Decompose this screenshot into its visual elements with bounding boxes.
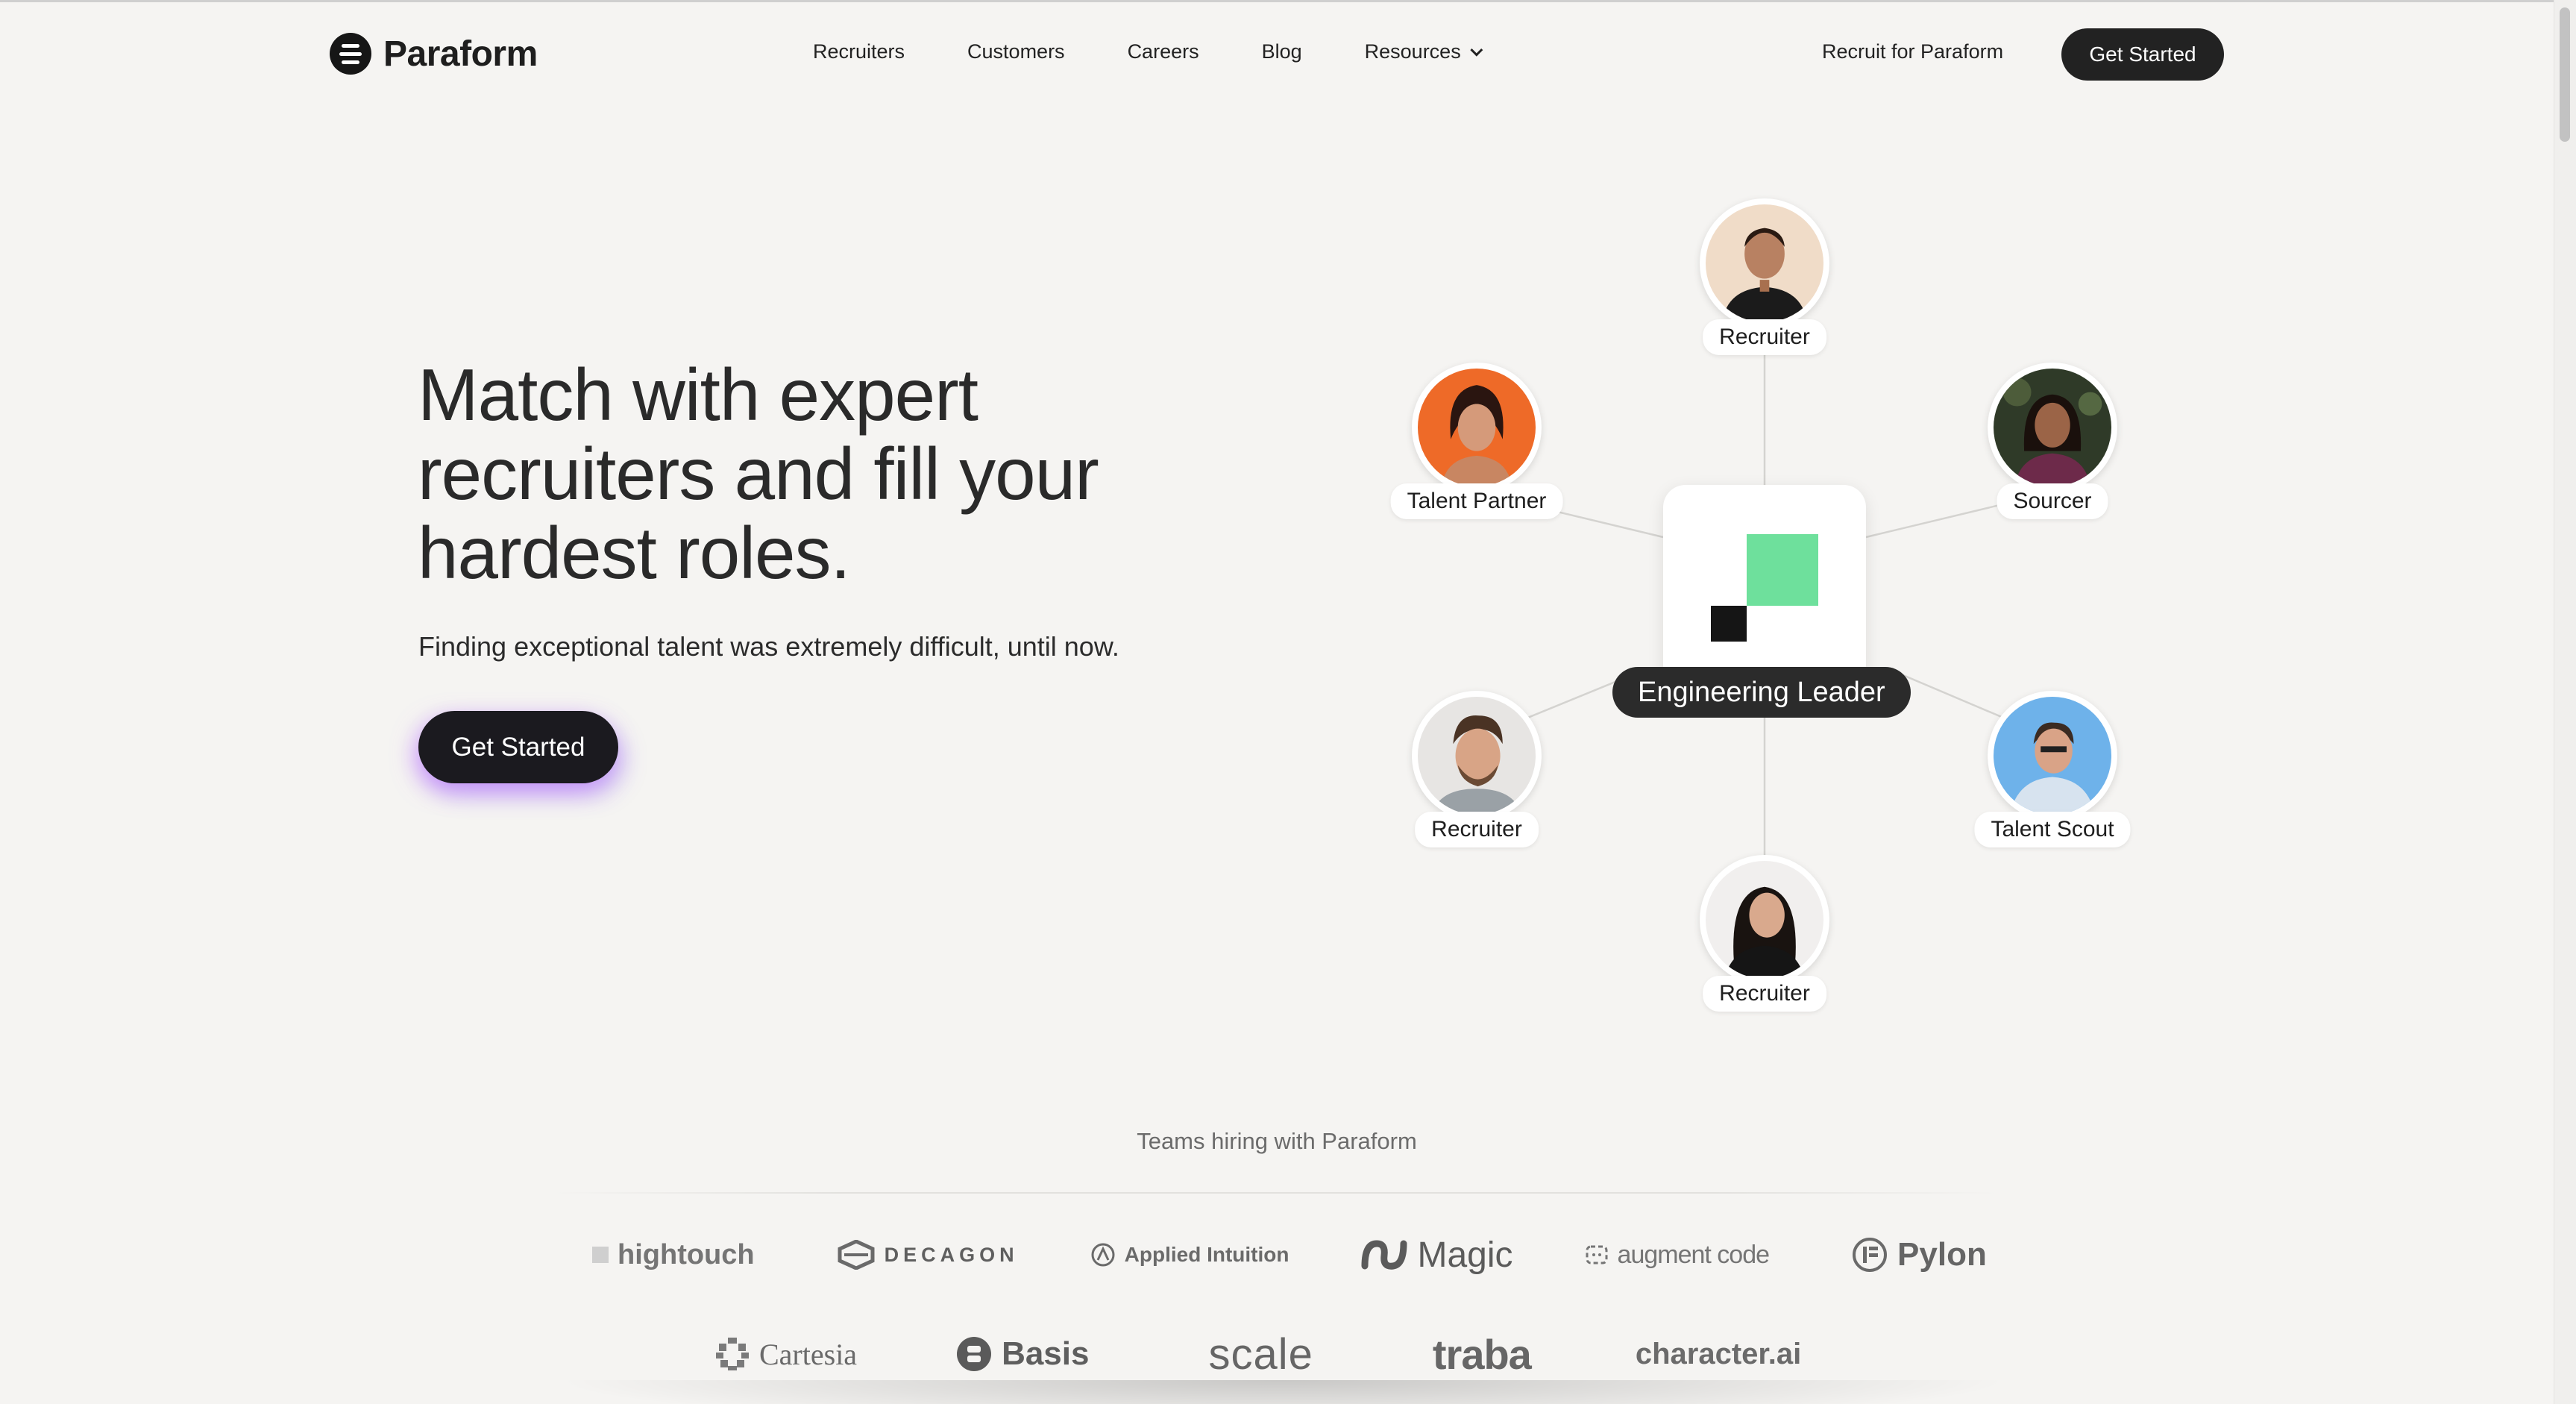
hero-title: Match with expert recruiters and fill yo…: [418, 354, 1099, 594]
window-top-border: [0, 0, 2576, 2]
hero-get-started-button[interactable]: Get Started: [418, 711, 618, 783]
node-recruiter-lower-left: Recruiter: [1380, 691, 1574, 870]
applied-intuition-icon: [1091, 1243, 1115, 1267]
magic-icon: [1361, 1240, 1407, 1270]
cartesia-icon: [716, 1338, 749, 1370]
logo-pylon-text: Pylon: [1897, 1236, 1987, 1273]
avatar: [1700, 855, 1829, 985]
logo-hightouch: hightouch: [592, 1239, 755, 1271]
nav-customers-label: Customers: [967, 40, 1065, 63]
logo-hightouch-text: hightouch: [618, 1238, 755, 1270]
node-label: Recruiter: [1703, 319, 1826, 355]
logo-character-ai-text: character.ai: [1635, 1337, 1802, 1370]
logo-applied-intuition-text: Applied Intuition: [1124, 1243, 1289, 1266]
green-square-icon: [1747, 534, 1818, 606]
logo-cartesia-text: Cartesia: [759, 1337, 858, 1371]
logo-augment-code-text: augment code: [1617, 1240, 1770, 1269]
pylon-icon: [1853, 1238, 1888, 1272]
logo-decagon-text: DECAGON: [884, 1243, 1019, 1266]
nav-customers[interactable]: Customers: [967, 40, 1065, 63]
logo-cartesia: Cartesia: [714, 1336, 857, 1372]
nav-careers-label: Careers: [1127, 40, 1199, 63]
teams-divider: [552, 1192, 1999, 1194]
avatar: [1988, 363, 2117, 492]
node-recruiter-bottom: Recruiter: [1668, 855, 1862, 1034]
logo-traba: traba: [1432, 1330, 1532, 1379]
node-label: Talent Partner: [1390, 483, 1563, 519]
recruiter-network-diagram: Recruiter Talent Partner Sourcer Recruit…: [1372, 187, 2178, 1022]
logo-decagon: DECAGON: [837, 1240, 1019, 1270]
engineering-leader-label: Engineering Leader: [1612, 667, 1911, 718]
hero-subtitle: Finding exceptional talent was extremely…: [418, 631, 1119, 662]
logo-character-ai: character.ai: [1636, 1338, 1801, 1371]
nav-recruiters[interactable]: Recruiters: [813, 40, 905, 63]
node-recruiter-top: Recruiter: [1668, 198, 1862, 377]
logo-basis: Basis: [955, 1335, 1089, 1373]
decagon-icon: [838, 1240, 875, 1270]
brand-name: Paraform: [383, 34, 538, 74]
main-nav: Recruiters Customers Careers Blog Resour…: [813, 40, 1542, 63]
node-talent-partner: Talent Partner: [1380, 363, 1574, 542]
logo-scale-text: scale: [1208, 1329, 1313, 1379]
node-talent-scout: Talent Scout: [1955, 691, 2149, 870]
header-get-started-button[interactable]: Get Started: [2061, 28, 2224, 81]
augment-code-icon: [1586, 1245, 1608, 1264]
node-label: Talent Scout: [1974, 812, 2131, 847]
node-sourcer: Sourcer: [1955, 363, 2149, 542]
page: Paraform Recruiters Customers Careers Bl…: [0, 0, 2576, 1404]
black-square-icon: [1711, 606, 1747, 642]
node-label: Recruiter: [1703, 976, 1826, 1012]
logo-scale: scale: [1208, 1329, 1313, 1379]
avatar: [1988, 691, 2117, 821]
page-scrollbar[interactable]: [2554, 0, 2576, 1404]
engineering-leader-card: [1663, 485, 1866, 688]
nav-blog-label: Blog: [1261, 40, 1302, 63]
avatar: [1412, 363, 1542, 492]
logo-applied-intuition: Applied Intuition: [1090, 1242, 1289, 1267]
nav-blog[interactable]: Blog: [1262, 40, 1302, 63]
nav-resources-label: Resources: [1364, 40, 1461, 63]
node-label: Recruiter: [1415, 812, 1539, 847]
scrollbar-thumb[interactable]: [2560, 7, 2570, 142]
nav-recruiters-label: Recruiters: [813, 40, 905, 63]
next-section-shadow: [552, 1380, 2014, 1404]
paraform-logo-icon: [330, 33, 371, 75]
customer-logos-row-2: Cartesia Basis scale traba character.ai: [714, 1328, 1801, 1380]
chevron-down-icon: [1470, 43, 1483, 57]
teams-heading: Teams hiring with Paraform: [1137, 1128, 1417, 1154]
nav-resources[interactable]: Resources: [1364, 40, 1483, 63]
logo-augment-code: augment code: [1585, 1241, 1770, 1270]
node-label: Sourcer: [1997, 483, 2108, 519]
logo-traba-text: traba: [1432, 1330, 1532, 1378]
logo-pylon: Pylon: [1851, 1236, 1987, 1273]
brand-logo[interactable]: Paraform: [330, 33, 538, 75]
logo-basis-text: Basis: [1002, 1335, 1090, 1372]
hightouch-icon: [592, 1247, 609, 1263]
nav-careers[interactable]: Careers: [1128, 40, 1199, 63]
avatar: [1412, 691, 1542, 821]
logo-magic-text: Magic: [1417, 1235, 1513, 1275]
recruit-for-paraform-link[interactable]: Recruit for Paraform: [1822, 40, 2003, 63]
customer-logos-row-1: hightouch DECAGON Applied Intuition Magi…: [592, 1231, 1987, 1279]
avatar: [1700, 198, 1829, 328]
logo-magic: Magic: [1360, 1235, 1513, 1276]
basis-icon: [957, 1337, 992, 1371]
